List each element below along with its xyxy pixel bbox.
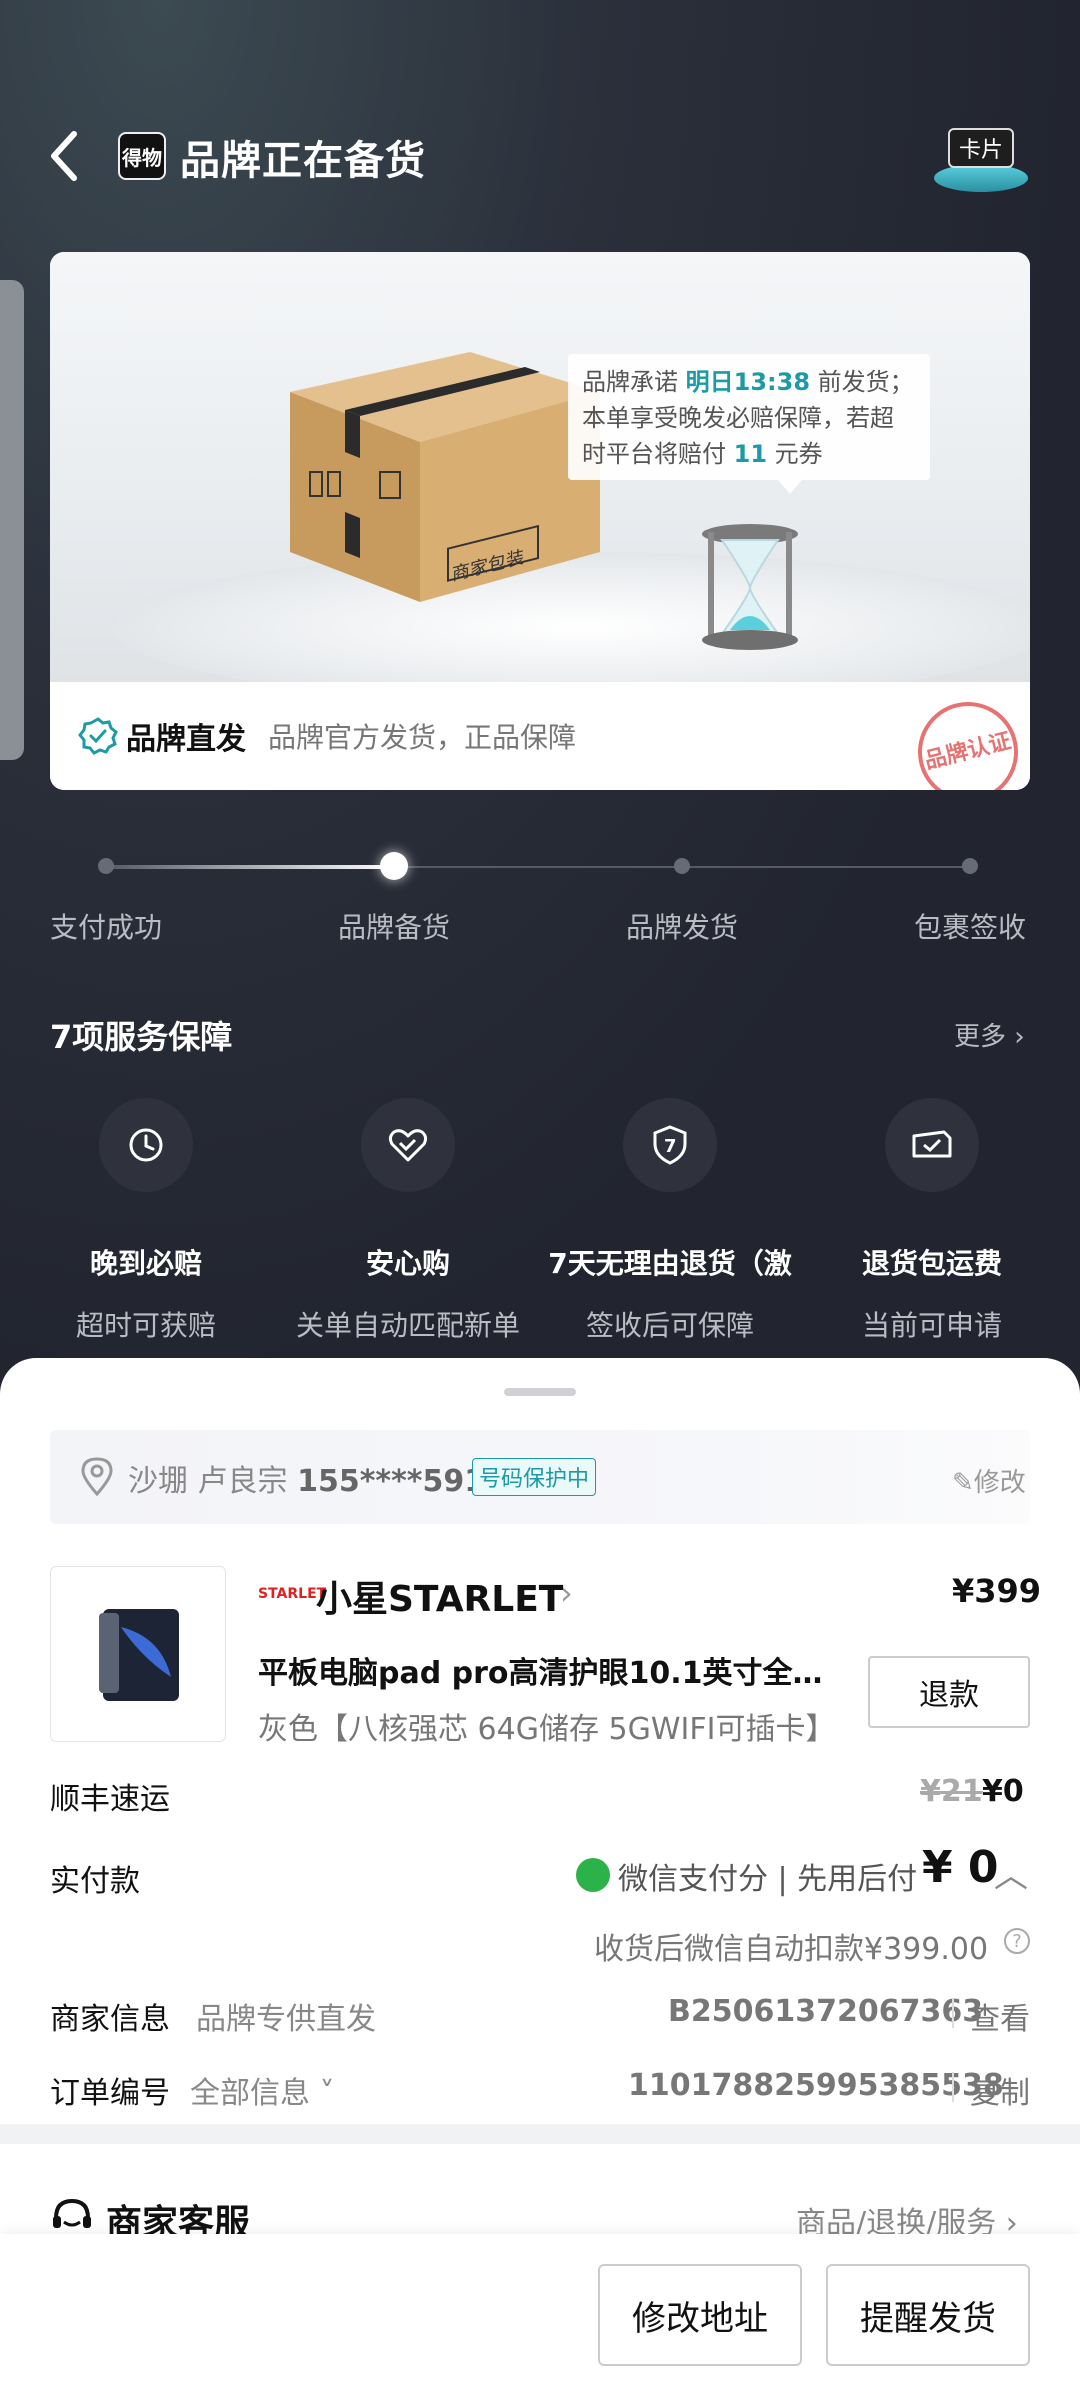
brand-certified-stamp: 品牌认证 bbox=[907, 691, 1029, 790]
service-desc: 签收后可保障 bbox=[585, 1309, 754, 1342]
order-number: 110178825995385538 bbox=[628, 2068, 1004, 2103]
divider bbox=[952, 1998, 954, 2028]
shipping-label: 顺丰速运 bbox=[50, 1782, 170, 1817]
tablet-icon bbox=[99, 1609, 179, 1701]
question-icon[interactable]: ? bbox=[1004, 1928, 1030, 1954]
merchant-code: B25061372067363 bbox=[668, 1994, 984, 2029]
hourglass-icon bbox=[702, 524, 798, 650]
services-more-link[interactable]: 更多 › bbox=[954, 1016, 1025, 1053]
product-price: ¥399 bbox=[952, 1572, 1042, 1610]
shop-name-link[interactable]: 小星STARLET bbox=[316, 1570, 563, 1622]
seven-day-shield-icon: 7 bbox=[623, 1098, 717, 1192]
page-title: 品牌正在备货 bbox=[180, 138, 426, 184]
all-info-label: 全部信息 bbox=[190, 2076, 310, 2111]
more-label: 更多 bbox=[954, 1022, 1007, 1052]
order-label: 订单编号 bbox=[50, 2076, 170, 2111]
service-name: 晚到必赔 bbox=[89, 1247, 202, 1280]
back-button[interactable] bbox=[44, 126, 92, 186]
step-label: 品牌发货 bbox=[625, 911, 738, 944]
card-badge-label: 卡片 bbox=[948, 128, 1014, 168]
brand-direct-footer: 品牌直发 品牌官方发货，正品保障 品牌认证 bbox=[50, 682, 1030, 790]
service-desc: 当前可申请 bbox=[861, 1309, 1002, 1342]
card-badge-base bbox=[934, 164, 1028, 192]
product-image[interactable] bbox=[50, 1566, 226, 1742]
chevron-up-icon[interactable]: ︿ bbox=[994, 1848, 1028, 1897]
services-title: 7项服务保障 bbox=[50, 1018, 233, 1056]
step-label: 包裹签收 bbox=[913, 911, 1026, 944]
view-merchant-link[interactable]: 查看 bbox=[970, 1994, 1030, 2038]
edit-label: 修改 bbox=[973, 1468, 1026, 1498]
package-box-icon: 商家包装 bbox=[290, 352, 600, 602]
service-item[interactable]: 退货包运费 当前可申请 bbox=[802, 1098, 1062, 1344]
refund-button[interactable]: 退款 bbox=[868, 1656, 1030, 1728]
svg-text:7: 7 bbox=[664, 1136, 677, 1157]
service-name: 安心购 bbox=[365, 1247, 450, 1280]
brand-logo-icon: 得物 bbox=[118, 132, 166, 180]
service-item[interactable]: 7 7天无理由退货（激 签收后可保障 bbox=[540, 1098, 800, 1344]
section-divider bbox=[0, 2124, 1080, 2144]
step-dot bbox=[674, 858, 690, 874]
step-label: 品牌备货 bbox=[337, 911, 450, 944]
heart-shield-icon bbox=[361, 1098, 455, 1192]
step-dot bbox=[98, 858, 114, 874]
address-name: 沙堋 卢良宗 bbox=[128, 1464, 298, 1499]
product-spec: 灰色【八核强芯 64G储存 5GWIFI可插卡】 bbox=[258, 1712, 836, 1747]
progress-fill bbox=[106, 865, 394, 869]
promise-prefix: 品牌承诺 bbox=[582, 368, 686, 396]
shipment-status-card: 商家包装 品牌承诺 明日13:38 前发货；本单享受晚发必赔保障，若超时平台将赔… bbox=[50, 252, 1030, 790]
edit-address-link[interactable]: ✎修改 bbox=[952, 1462, 1026, 1499]
previous-card-peek[interactable] bbox=[0, 280, 24, 760]
chevron-right-icon: › bbox=[560, 1574, 573, 1612]
step-label: 支付成功 bbox=[49, 911, 162, 944]
merchant-label: 商家信息 bbox=[50, 2002, 170, 2037]
order-progress: 支付成功 品牌备货 品牌发货 包裹签收 bbox=[0, 840, 1080, 950]
sheet-drag-handle[interactable] bbox=[504, 1388, 576, 1396]
paid-amount: ¥ 0 bbox=[922, 1842, 999, 1893]
promise-time: 明日13:38 bbox=[685, 368, 811, 396]
step-dot bbox=[962, 858, 978, 874]
bottom-action-bar: 修改地址 提醒发货 bbox=[0, 2234, 1080, 2400]
paid-label: 实付款 bbox=[50, 1864, 140, 1899]
step-dot-active bbox=[380, 852, 408, 880]
delivery-promise-tooltip: 品牌承诺 明日13:38 前发货；本单享受晚发必赔保障，若超时平台将赔付 11 … bbox=[568, 354, 930, 480]
all-info-link[interactable]: 全部信息 ˅ bbox=[190, 2068, 335, 2112]
service-name: 退货包运费 bbox=[861, 1247, 1002, 1280]
service-desc: 关单自动匹配新单 bbox=[295, 1309, 520, 1342]
truck-check-icon bbox=[885, 1098, 979, 1192]
shipping-old-price: ¥21 bbox=[920, 1774, 983, 1809]
promise-suffix: 元券 bbox=[767, 440, 823, 468]
pencil-icon: ✎ bbox=[952, 1468, 974, 1498]
copy-order-link[interactable]: 复制 bbox=[970, 2068, 1030, 2112]
number-protect-tag: 号码保护中 bbox=[472, 1458, 597, 1496]
service-name: 7天无理由退货（激 bbox=[548, 1247, 792, 1280]
clock-icon bbox=[99, 1098, 193, 1192]
brand-direct-desc: 品牌官方发货，正品保障 bbox=[268, 721, 577, 754]
verified-check-icon bbox=[78, 717, 118, 755]
back-arrow-icon bbox=[51, 131, 77, 181]
service-desc: 超时可获赔 bbox=[75, 1309, 216, 1342]
shipping-new-price: ¥0 bbox=[982, 1774, 1024, 1809]
card-button[interactable]: 卡片 bbox=[934, 128, 1028, 196]
location-pin-icon bbox=[81, 1457, 113, 1496]
chevron-right-icon: › bbox=[1006, 1022, 1025, 1052]
brand-direct-label: 品牌直发 bbox=[126, 722, 246, 757]
tooltip-tail bbox=[778, 480, 802, 494]
remind-ship-button[interactable]: 提醒发货 bbox=[826, 2264, 1030, 2366]
product-title[interactable]: 平板电脑pad pro高清护眼10.1英寸全面屏... bbox=[258, 1648, 838, 1692]
promise-amount: 11 bbox=[733, 440, 768, 468]
customer-service-icon bbox=[53, 2198, 91, 2228]
chevron-down-icon: ˅ bbox=[310, 2076, 335, 2111]
service-item[interactable]: 晚到必赔 超时可获赔 bbox=[16, 1098, 276, 1344]
modify-address-button[interactable]: 修改地址 bbox=[598, 2264, 802, 2366]
header: 得物 品牌正在备货 卡片 bbox=[0, 110, 1080, 200]
merchant-sub: 品牌专供直发 bbox=[196, 2002, 376, 2037]
address-text: 沙堋 卢良宗 155****5917 bbox=[128, 1456, 506, 1500]
divider bbox=[952, 2072, 954, 2102]
address-bar[interactable]: 沙堋 卢良宗 155****5917 号码保护中 ✎修改 bbox=[50, 1430, 1030, 1524]
deduct-note: 收货后微信自动扣款¥399.00 bbox=[594, 1932, 989, 1967]
wechat-pay-score-icon bbox=[576, 1858, 610, 1892]
service-item[interactable]: 安心购 关单自动匹配新单 bbox=[278, 1098, 538, 1344]
payment-method: 微信支付分 | 先用后付 bbox=[618, 1862, 918, 1897]
